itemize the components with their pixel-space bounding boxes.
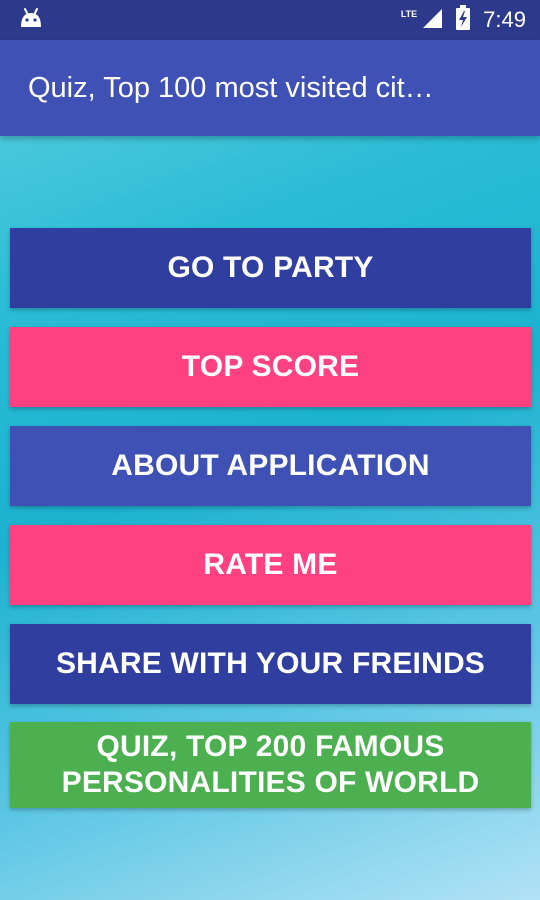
status-time: 7:49 (483, 7, 526, 32)
rate-me-button[interactable]: RATE ME (10, 525, 531, 605)
status-bar: LTE 7:49 (0, 0, 540, 40)
top-score-button[interactable]: TOP SCORE (10, 327, 531, 407)
go-to-party-button[interactable]: GO TO PARTY (10, 228, 531, 308)
page-title: Quiz, Top 100 most visited cit… (28, 71, 434, 104)
status-icons: LTE 7:49 (400, 4, 526, 36)
signal-icon (421, 7, 443, 34)
app-bar: Quiz, Top 100 most visited cit… (0, 40, 540, 136)
quiz-button-label: QUIZ, TOP 200 FAMOUS PERSONALITIES OF WO… (62, 729, 480, 801)
quiz-famous-personalities-button[interactable]: QUIZ, TOP 200 FAMOUS PERSONALITIES OF WO… (10, 722, 531, 808)
quiz-button-line-2: PERSONALITIES OF WORLD (61, 766, 480, 799)
network-type: LTE (400, 9, 418, 19)
quiz-button-line-1: QUIZ, TOP 200 FAMOUS (96, 730, 445, 763)
android-icon (18, 7, 44, 34)
main-menu: GO TO PARTY TOP SCORE ABOUT APPLICATION … (10, 228, 531, 827)
battery-icon (455, 4, 471, 36)
about-application-button[interactable]: ABOUT APPLICATION (10, 426, 531, 506)
share-button[interactable]: SHARE WITH YOUR FREINDS (10, 624, 531, 704)
